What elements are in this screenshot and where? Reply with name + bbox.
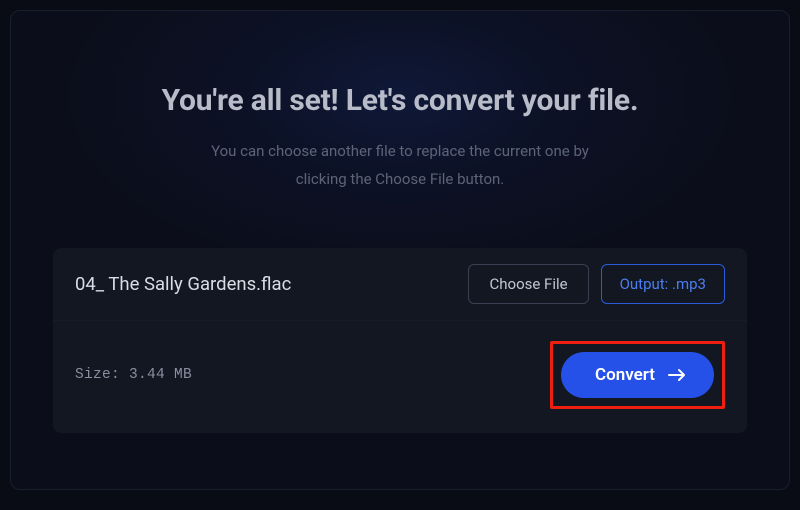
file-card: 04_ The Sally Gardens.flac Choose File O… <box>53 248 747 433</box>
file-name: 04_ The Sally Gardens.flac <box>75 273 458 295</box>
choose-file-label: Choose File <box>489 275 567 293</box>
page-subtitle: You can choose another file to replace t… <box>200 138 600 194</box>
heading-block: You're all set! Let's convert your file. <box>53 83 747 118</box>
choose-file-button[interactable]: Choose File <box>468 264 588 304</box>
file-size: Size: 3.44 MB <box>75 367 550 383</box>
file-row: 04_ The Sally Gardens.flac Choose File O… <box>53 248 747 321</box>
convert-button[interactable]: Convert <box>561 352 714 398</box>
convert-label: Convert <box>595 365 655 385</box>
action-row: Size: 3.44 MB Convert <box>53 321 747 433</box>
arrow-right-icon <box>668 368 686 382</box>
output-format-label: Output: .mp3 <box>620 275 706 293</box>
page-title: You're all set! Let's convert your file. <box>53 83 747 118</box>
convert-highlight: Convert <box>550 341 725 409</box>
output-format-button[interactable]: Output: .mp3 <box>601 264 725 304</box>
main-panel: You're all set! Let's convert your file.… <box>10 10 790 490</box>
